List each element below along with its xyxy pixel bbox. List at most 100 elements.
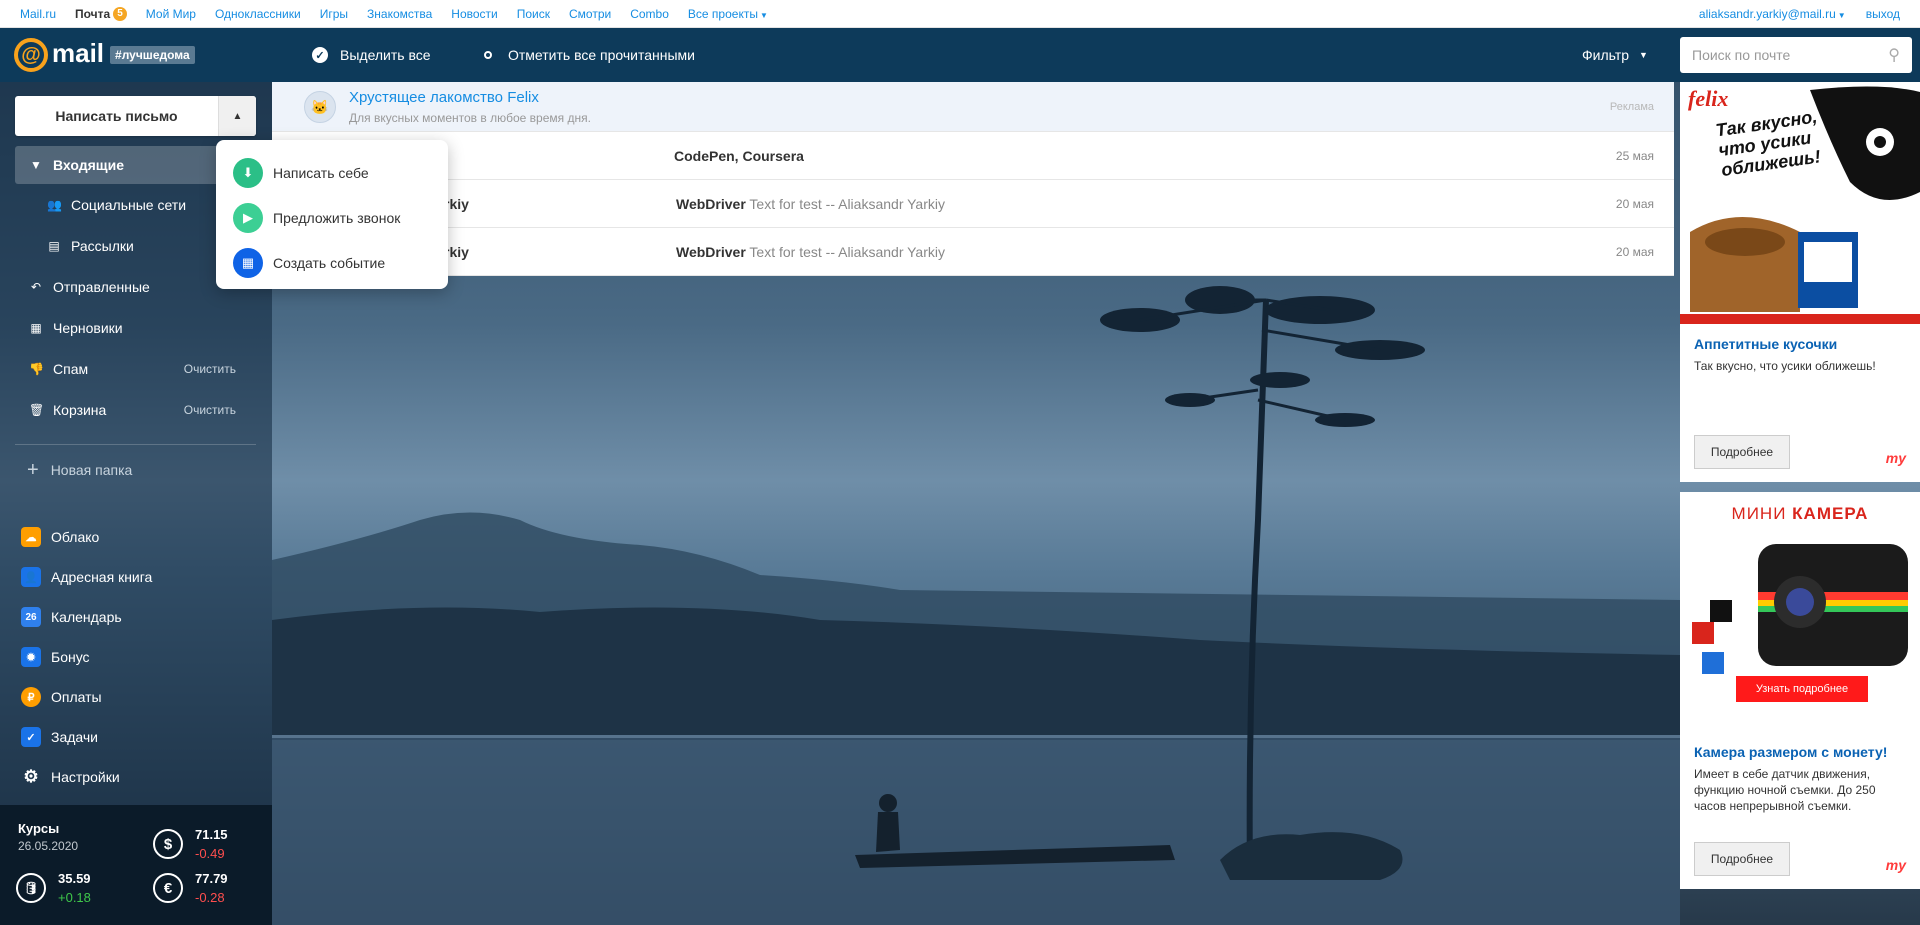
ad-text: Так вкусно, что усики оближешь! (1694, 359, 1876, 373)
service-label: Задачи (51, 729, 99, 745)
menu-item-propose-call[interactable]: ▶ Предложить звонок (216, 195, 448, 240)
at-logo-icon: @ (14, 38, 48, 72)
mail-logo[interactable]: @ mail #лучшедома (14, 38, 195, 72)
chevron-down-icon: ▼ (1639, 50, 1648, 60)
portal-link-games[interactable]: Игры (320, 7, 348, 21)
ad-mini-camera[interactable]: МИНИ КАМЕРА Узнать подробнее Камера разм… (1680, 492, 1920, 889)
user-email: aliaksandr.yarkiy@mail.ru (1698, 7, 1836, 21)
folder-label: Черновики (53, 320, 123, 336)
ad-felix[interactable]: felix Так вкусно, что усики оближешь! Ап… (1680, 82, 1920, 482)
rates-date: 26.05.2020 (18, 839, 79, 853)
ad-row[interactable]: 🐱 Хрустящее лакомство Felix Для вкусных … (272, 82, 1674, 132)
ad-details-button[interactable]: Подробнее (1694, 435, 1790, 469)
folder-drafts[interactable]: ▦ Черновики (15, 309, 256, 347)
service-tasks[interactable]: ✓ Задачи (15, 719, 256, 755)
service-address-book[interactable]: 👤 Адресная книга (15, 559, 256, 595)
divider (15, 444, 256, 445)
rates-title: Курсы (18, 821, 60, 836)
compose-dropdown-menu: ⬇ Написать себе ▶ Предложить звонок ▦ Со… (216, 140, 448, 289)
dot-icon (484, 51, 492, 59)
compose-button[interactable]: Написать письмо (15, 96, 218, 136)
portal-link-search[interactable]: Поиск (517, 7, 550, 21)
video-camera-icon: ▶ (233, 202, 263, 233)
calendar-icon: 26 (21, 607, 41, 627)
subject-bold: WebDriver (676, 195, 746, 212)
calendar-icon: ▦ (233, 247, 263, 278)
rate-eur: € 77.79 -0.28 (153, 869, 228, 907)
oil-icon: 🛢 (16, 873, 46, 903)
portal-user-area: aliaksandr.yarkiy@mail.ru ▼ выход (1679, 0, 1900, 28)
gear-icon: ⚙ (23, 767, 39, 786)
service-label: Оплаты (51, 689, 102, 705)
portal-link-all-projects[interactable]: Все проекты ▼ (688, 7, 768, 21)
service-cloud[interactable]: ☁ Облако (15, 519, 256, 555)
user-email-link[interactable]: aliaksandr.yarkiy@mail.ru ▼ (1699, 7, 1846, 21)
clear-trash-link[interactable]: Очистить (184, 403, 236, 417)
menu-item-write-to-self[interactable]: ⬇ Написать себе (216, 150, 448, 195)
filter-button[interactable]: Фильтр ▼ (1582, 28, 1648, 82)
mark-all-read-button[interactable]: Отметить все прочитанными (484, 28, 695, 82)
clear-spam-link[interactable]: Очистить (184, 362, 236, 376)
message-subject: WebDriver Text for test -- Aliaksandr Ya… (676, 196, 945, 212)
service-payments[interactable]: ₽ Оплаты (15, 679, 256, 715)
portal-link-combo[interactable]: Combo (630, 7, 669, 21)
select-all-button[interactable]: ✓ Выделить все (312, 28, 431, 82)
subject-bold: CodePen, Coursera (674, 147, 804, 164)
contact-icon: 👤 (21, 567, 41, 587)
felix-brand: felix (1688, 86, 1729, 111)
folder-label: Социальные сети (71, 197, 187, 213)
thumb-down-icon: 👎 (29, 362, 44, 376)
service-bonus[interactable]: ✹ Бонус (15, 639, 256, 675)
ad-details-button[interactable]: Подробнее (1694, 842, 1790, 876)
portal-link-dating[interactable]: Знакомства (367, 7, 432, 21)
dollar-icon: $ (153, 829, 183, 859)
menu-item-label: Написать себе (273, 164, 369, 181)
mail-header: @ mail #лучшедома ✓ Выделить все Отметит… (0, 28, 1920, 82)
ad-title: Хрустящее лакомство Felix (349, 89, 539, 106)
message-date: 25 мая (1615, 148, 1654, 163)
euro-icon: € (153, 873, 183, 903)
checkmark-icon: ✓ (312, 47, 328, 63)
camera-image-title: МИНИ КАМЕРА (1680, 504, 1920, 524)
folder-trash[interactable]: 🗑 Корзина Очистить (15, 391, 256, 429)
ad-label: Реклама (1609, 101, 1654, 113)
portal-link-mail[interactable]: Почта 5 (75, 6, 127, 21)
camera-image-button: Узнать подробнее (1736, 676, 1868, 702)
portal-link-news[interactable]: Новости (451, 7, 497, 21)
mytarget-logo: my (1885, 450, 1906, 466)
portal-link-moi-mir[interactable]: Мой Мир (146, 7, 196, 21)
search-icon[interactable]: ⚲ (1888, 45, 1900, 65)
message-row[interactable]: CodePen, Coursera 25 мая (272, 132, 1674, 180)
menu-item-create-event[interactable]: ▦ Создать событие (216, 240, 448, 285)
portal-link-watch[interactable]: Смотри (569, 7, 611, 21)
message-row[interactable]: rkiy WebDriver Text for test -- Aliaksan… (272, 228, 1674, 276)
message-list: 🐱 Хрустящее лакомство Felix Для вкусных … (272, 82, 1674, 276)
inbox-download-icon: ⬇ (233, 157, 263, 188)
ad-subtitle: Для вкусных моментов в любое время дня. (349, 111, 591, 125)
portal-link-odnoklassniki[interactable]: Одноклассники (215, 7, 301, 21)
menu-item-label: Создать событие (273, 254, 386, 271)
folder-label: Входящие (53, 157, 124, 173)
search-input[interactable] (1692, 47, 1889, 63)
message-snippet: Text for test -- Aliaksandr Yarkiy (749, 243, 945, 260)
logout-link[interactable]: выход (1866, 7, 1900, 21)
compose-dropdown-toggle[interactable]: ▲ (218, 96, 256, 136)
new-folder-button[interactable]: + Новая папка (15, 454, 256, 486)
service-settings[interactable]: ⚙ Настройки (15, 759, 256, 795)
camera-image-title-a: МИНИ (1731, 504, 1787, 523)
folder-spam[interactable]: 👎 Спам Очистить (15, 350, 256, 388)
exchange-rates-widget[interactable]: Курсы 26.05.2020 $ 71.15 -0.49 🛢 35.59 +… (0, 805, 272, 925)
message-row[interactable]: rkiy WebDriver Text for test -- Aliaksan… (272, 180, 1674, 228)
all-projects-label: Все проекты (687, 6, 758, 21)
mail-count-badge: 5 (113, 6, 127, 21)
message-date: 20 мая (1615, 244, 1654, 259)
select-all-label: Выделить все (340, 47, 431, 63)
cloud-icon: ☁ (21, 527, 41, 547)
rate-usd-values: 71.15 -0.49 (195, 825, 228, 863)
portal-link-mailru[interactable]: Mail.ru (20, 7, 56, 21)
message-subject: WebDriver Text for test -- Aliaksandr Ya… (676, 244, 945, 260)
trash-icon: 🗑 (29, 403, 45, 417)
service-calendar[interactable]: 26 Календарь (15, 599, 256, 635)
rate-value: 77.79 (195, 871, 228, 886)
newsletter-icon: ▤ (48, 239, 60, 253)
